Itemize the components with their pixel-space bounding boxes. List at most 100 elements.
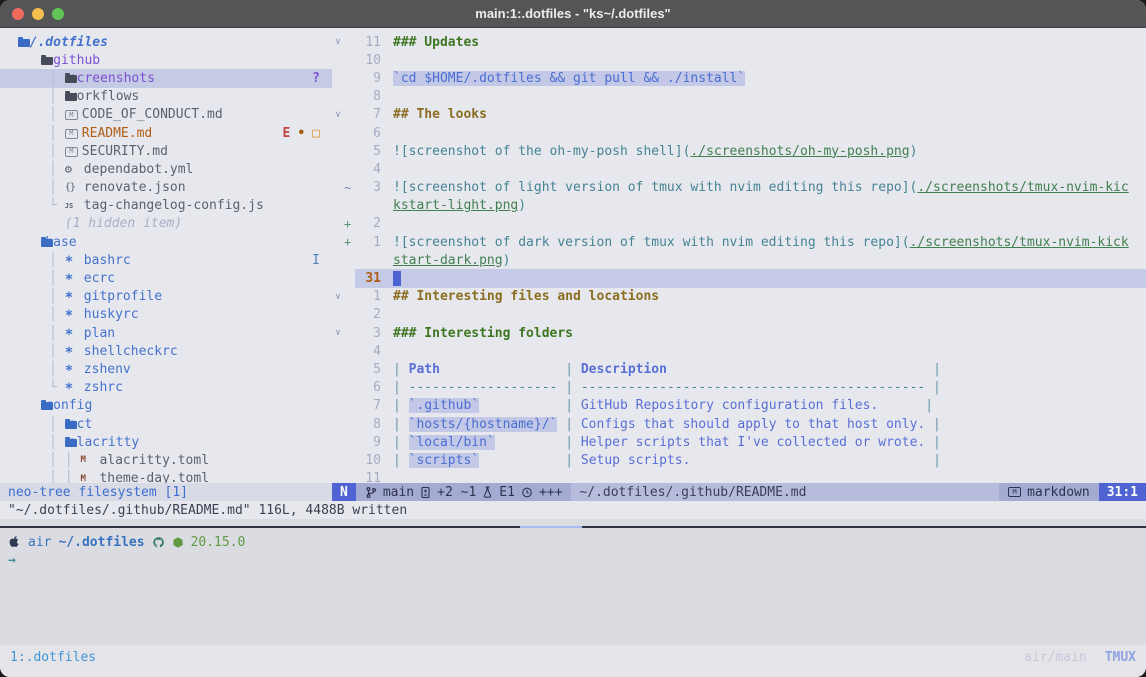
editor-line[interactable]: 11 [332,470,1146,484]
tree-item[interactable]: │ zshenv [0,360,332,378]
tree-item[interactable]: │ act [0,415,332,433]
editor-line[interactable]: 9| `local/bin` | Helper scripts that I'v… [332,433,1146,451]
editor-line[interactable]: 4 [332,160,1146,178]
git-branch-icon [365,486,377,499]
editor-line[interactable]: ~3 ![screenshot of light version of tmux … [332,179,1146,197]
text-segment: ![screenshot of light version of tmux wi… [393,180,917,195]
editor-line[interactable]: 10 [332,51,1146,69]
tree-item[interactable]: │ │ theme-day.toml [0,470,332,484]
shell-input-line[interactable]: → [0,551,1146,569]
tree-item[interactable]: ~/.dotfiles [0,33,332,51]
tree-item-label: bashrc [84,253,131,268]
fold-open-icon[interactable]: ∨ [332,110,344,120]
editor-line[interactable]: 4 [332,342,1146,360]
editor-line[interactable]: 5![screenshot of the oh-my-posh shell](.… [332,142,1146,160]
tree-guides: │ [10,417,65,432]
tree-item[interactable]: │ renovate.json [0,179,332,197]
text-segment: ### Updates [393,35,479,50]
editor-line[interactable]: +1![screenshot of dark version of tmux w… [332,233,1146,251]
editor-line[interactable]: kstart-light.png) [332,197,1146,215]
tree-item[interactable]: │ workflows [0,88,332,106]
statusline-left-section: main +2 ~1 E1 +++ [356,483,572,501]
text-segment [479,453,557,468]
text-segment: ./screenshots/tmux-nvim-kick [910,235,1129,250]
text-segment [440,362,565,377]
editor-line[interactable]: ∨1## Interesting files and locations [332,288,1146,306]
tmux-window-label[interactable]: 1:.dotfiles [10,650,96,665]
md-file-icon [65,110,78,120]
git-sign: ~ [344,181,355,195]
fold-open-icon[interactable]: ∨ [332,292,344,302]
line-number: 31 [355,271,381,286]
tree-item[interactable]: base [0,233,332,251]
titlebar[interactable]: main:1:.dotfiles - "ks~/.dotfiles" [0,0,1146,28]
tree-item[interactable]: │ SECURITY.md [0,142,332,160]
text-segment: ) [910,144,918,159]
neotree-status-label: neo-tree filesystem [1] [8,485,188,500]
tree-item[interactable]: │ shellcheckrc [0,342,332,360]
editor-line[interactable]: ∨7## The looks [332,106,1146,124]
line-number: 1 [355,235,381,250]
tree-item-label: ecrc [84,271,115,286]
close-button[interactable] [12,8,24,20]
tree-item[interactable]: (1 hidden item) [0,215,332,233]
fold-open-icon[interactable]: ∨ [332,328,344,338]
tree-item-label: alacritty [69,435,139,450]
tree-item-label: gitprofile [84,289,162,304]
line-text: ## Interesting files and locations [381,289,1146,304]
editor-buffer[interactable]: ∨11### Updates109`cd $HOME/.dotfiles && … [332,28,1146,483]
shell-pane[interactable]: air ~/.dotfiles 20.15.0 → [0,519,1146,645]
tree-item[interactable]: └ zshrc [0,379,332,397]
tree-item[interactable]: │ alacritty [0,433,332,451]
text-segment: ./screenshots/tmux-nvim-kic [917,180,1128,195]
tree-item[interactable]: │ plan [0,324,332,342]
editor-line[interactable]: 10| `scripts` | Setup scripts. | [332,451,1146,469]
editor-line[interactable]: 31 [332,269,1146,287]
editor-line[interactable]: 2 [332,306,1146,324]
tree-item-label: plan [84,326,115,341]
tree-item[interactable]: │ ecrc [0,269,332,287]
editor-line[interactable]: 6 [332,124,1146,142]
editor-line[interactable]: start-dark.png) [332,251,1146,269]
shell-prompt-line: air ~/.dotfiles 20.15.0 [0,533,1146,551]
tree-item-label: dependabot.yml [84,162,194,177]
fold-open-icon[interactable]: ∨ [332,37,344,47]
tree-item[interactable]: config [0,397,332,415]
git-branch-label: main [383,485,414,500]
star-file-icon [65,381,80,394]
tree-item[interactable]: │ screenshots? [0,69,332,87]
editor-line[interactable]: 9`cd $HOME/.dotfiles && git pull && ./in… [332,69,1146,87]
tree-item[interactable]: │ │ alacritty.toml [0,451,332,469]
tree-item[interactable]: │ dependabot.yml [0,160,332,178]
tree-item[interactable]: │ README.mdE•□ [0,124,332,142]
tree-item[interactable]: └ tag-changelog-config.js [0,197,332,215]
tree-item[interactable]: │ CODE_OF_CONDUCT.md [0,106,332,124]
line-number: 3 [355,180,381,195]
editor-line[interactable]: ∨11### Updates [332,33,1146,51]
tree-item[interactable]: .github [0,51,332,69]
tree-item[interactable]: │ huskyrc [0,306,332,324]
toml-file-icon [80,454,95,467]
line-text: `cd $HOME/.dotfiles && git pull && ./ins… [381,71,1146,86]
tree-item-badges: E•□ [283,126,320,141]
editor-line[interactable]: 5| Path | Description | [332,360,1146,378]
editor-line[interactable]: 8| `hosts/{hostname}/` | Configs that sh… [332,415,1146,433]
file-tree[interactable]: ~/.dotfiles .github │ screenshots? │ wor… [0,28,332,483]
tree-item[interactable]: │ bashrcI [0,251,332,269]
editor-line[interactable]: 7| `.github` | GitHub Repository configu… [332,397,1146,415]
text-segment: | [393,398,409,413]
editor-line[interactable]: 8 [332,88,1146,106]
editor-line[interactable]: 6| ------------------- | ---------------… [332,379,1146,397]
minimize-button[interactable] [32,8,44,20]
terminal-window: main:1:.dotfiles - "ks~/.dotfiles" ~/.do… [0,0,1146,677]
line-number: 7 [355,107,381,122]
editor-line[interactable]: +2 [332,215,1146,233]
tree-item[interactable]: │ gitprofile [0,288,332,306]
text-segment: | [557,398,580,413]
neotree-statusline: neo-tree filesystem [1] [0,483,332,501]
zoom-button[interactable] [52,8,64,20]
star-file-icon [65,254,80,267]
tree-guides: │ [10,71,65,86]
editor-line[interactable]: ∨3### Interesting folders [332,324,1146,342]
tree-item-label: theme-day.toml [99,471,209,483]
